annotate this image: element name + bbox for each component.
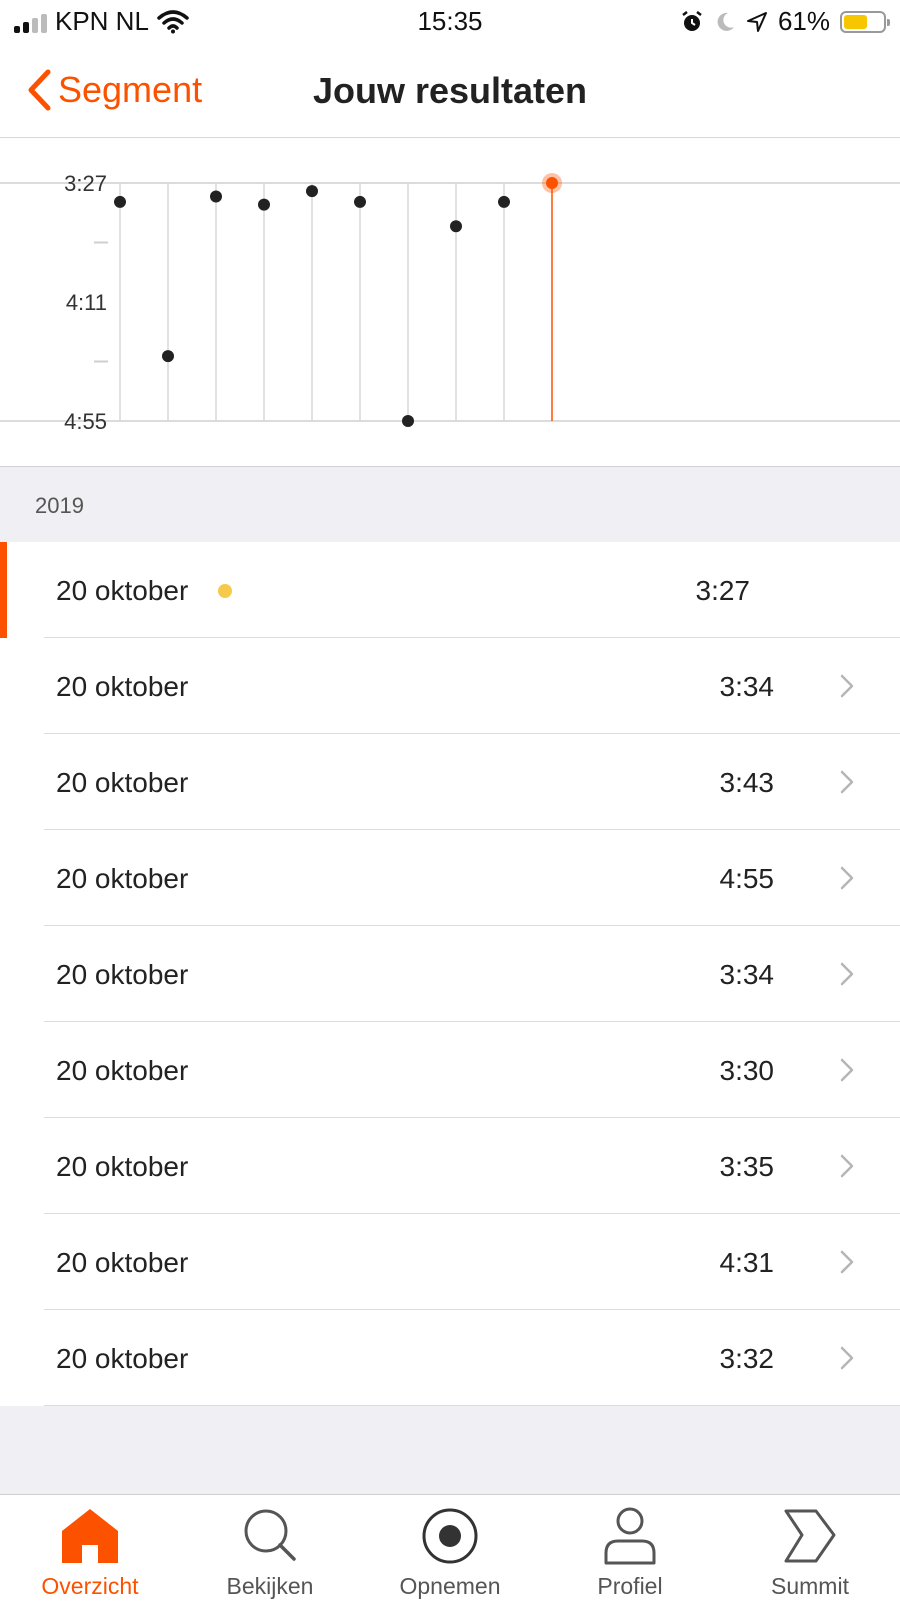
y-tick-label: 4:55 (64, 409, 107, 434)
result-date: 20 oktober (56, 767, 189, 798)
result-row[interactable]: 20 oktober 3:32 (0, 1310, 900, 1406)
result-time: 3:34 (719, 671, 775, 702)
result-time: 4:31 (719, 1247, 775, 1278)
tab-label: Opnemen (399, 1573, 501, 1599)
result-date: 20 oktober (56, 1247, 189, 1278)
result-time: 3:32 (719, 1343, 775, 1374)
chevron-right-icon (840, 674, 854, 698)
back-button-label: Segment (58, 69, 203, 110)
status-right: 61% (680, 6, 890, 37)
data-point (114, 195, 126, 208)
year-section-header: 2019 (0, 466, 900, 542)
result-row[interactable]: 20 oktober 4:31 (0, 1214, 900, 1310)
alarm-icon (682, 10, 702, 31)
data-point (210, 190, 222, 203)
tab-label: Profiel (597, 1573, 663, 1599)
moon-icon (717, 12, 734, 31)
data-point (450, 220, 462, 233)
result-date: 20 oktober (56, 1055, 189, 1086)
tab-summit[interactable]: Summit (720, 1495, 900, 1601)
result-date: 20 oktober (56, 671, 189, 702)
result-time: 3:30 (719, 1055, 775, 1086)
tab-label: Bekijken (226, 1573, 314, 1599)
data-point (354, 195, 366, 208)
record-icon (360, 1505, 540, 1567)
result-time: 3:35 (719, 1151, 775, 1182)
result-row[interactable]: 20 oktober 3:35 (0, 1118, 900, 1214)
result-row[interactable]: 20 oktober 4:55 (0, 830, 900, 926)
navigation-bar: Segment Jouw resultaten (0, 44, 900, 138)
result-date: 20 oktober (56, 1151, 189, 1182)
chevron-right-icon (840, 1250, 854, 1274)
results-chart[interactable]: 3:27 4:11 4:55 (0, 138, 900, 466)
tab-label: Summit (771, 1573, 849, 1599)
result-time: 4:55 (719, 863, 775, 894)
highlight-data-point (546, 177, 558, 189)
result-row[interactable]: 20 oktober 3:34 (0, 638, 900, 734)
result-date: 20 oktober (56, 575, 189, 606)
home-icon (0, 1505, 180, 1567)
data-point (162, 350, 174, 363)
chevron-right-icon (840, 866, 854, 890)
result-time: 3:27 (695, 575, 751, 606)
data-point (306, 185, 318, 198)
profile-icon (540, 1505, 720, 1567)
chevron-right-icon (840, 1058, 854, 1082)
result-row[interactable]: 20 oktober 3:34 (0, 926, 900, 1022)
result-date: 20 oktober (56, 863, 189, 894)
result-date: 20 oktober (56, 959, 189, 990)
result-row[interactable]: 20 oktober 3:27 (0, 542, 900, 638)
search-icon (180, 1505, 360, 1567)
results-chart-svg: 3:27 4:11 4:55 (0, 171, 900, 434)
chevron-right-icon (840, 770, 854, 794)
tab-profiel[interactable]: Profiel (540, 1495, 720, 1601)
tab-opnemen[interactable]: Opnemen (360, 1495, 540, 1601)
result-time: 3:43 (719, 767, 775, 798)
battery-percentage: 61% (777, 6, 830, 36)
status-bar: KPN NL 15:35 61% (0, 0, 900, 44)
tab-overzicht[interactable]: Overzicht (0, 1495, 180, 1601)
result-date: 20 oktober (56, 1343, 189, 1374)
tab-bar: Overzicht Bekijken Opnemen Profiel Summit (0, 1494, 900, 1600)
summit-icon (720, 1505, 900, 1567)
result-row[interactable]: 20 oktober 3:30 (0, 1022, 900, 1118)
battery-icon (840, 10, 890, 33)
chevron-right-icon (840, 1154, 854, 1178)
tab-bekijken[interactable]: Bekijken (180, 1495, 360, 1601)
pr-badge-dot (218, 584, 232, 598)
result-time: 3:34 (719, 959, 775, 990)
tab-label: Overzicht (41, 1573, 139, 1599)
chevron-left-icon (28, 69, 51, 111)
selected-row-marker (0, 542, 7, 638)
back-button[interactable]: Segment (26, 68, 202, 112)
data-point (402, 415, 414, 427)
year-label: 2019 (35, 493, 84, 518)
list-footer-space (0, 1406, 900, 1494)
data-point (258, 198, 270, 211)
data-point (498, 195, 510, 208)
location-icon (746, 11, 767, 32)
results-list: 20 oktober 3:27 20 oktober 3:34 20 oktober 3:… (0, 542, 900, 1406)
result-row[interactable]: 20 oktober 3:43 (0, 734, 900, 830)
chevron-right-icon (840, 1346, 854, 1370)
y-tick-label: 4:11 (66, 290, 107, 315)
y-tick-label: 3:27 (64, 171, 107, 196)
chevron-right-icon (840, 962, 854, 986)
